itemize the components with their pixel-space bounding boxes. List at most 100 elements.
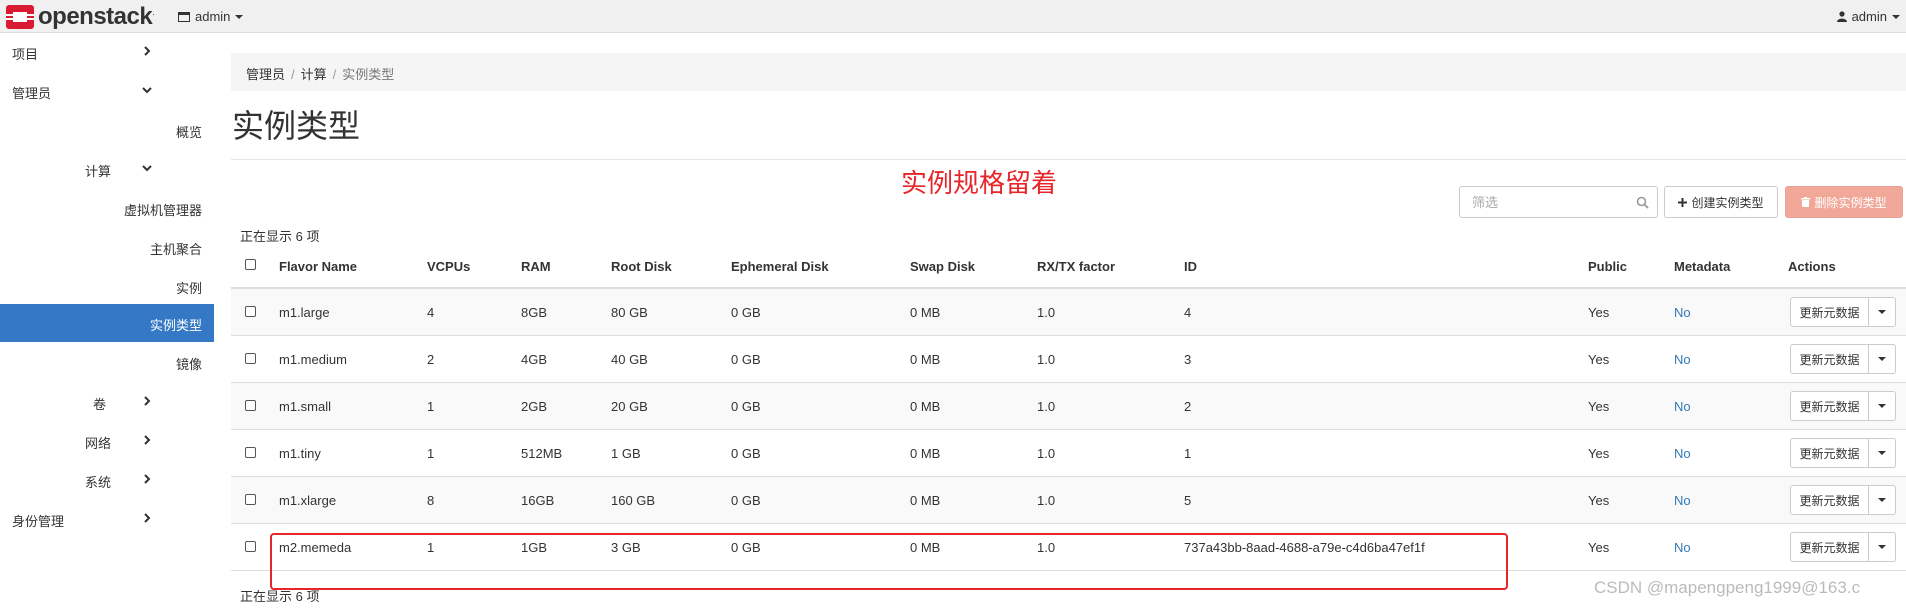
actions-dropdown-toggle[interactable] [1869, 391, 1896, 421]
sidebar-item-overview[interactable]: 概览 [0, 111, 214, 149]
cell-rxtx-factor: 1.0 [1037, 399, 1056, 414]
cell-id: 3 [1184, 352, 1192, 367]
header-metadata[interactable]: Metadata [1674, 259, 1730, 274]
sidebar-item-hypervisors[interactable]: 虚拟机管理器 [0, 189, 214, 227]
select-all-checkbox[interactable] [245, 259, 256, 270]
sidebar-item-flavors[interactable]: 实例类型 [0, 304, 214, 342]
create-flavor-button[interactable]: 创建实例类型 [1664, 186, 1778, 218]
sidebar-item-label: 主机聚合 [150, 242, 203, 257]
sidebar-item-label: 项目 [12, 47, 39, 62]
table-row: m1.small 1 2GB 20 GB 0 GB 0 MB 1.0 2 Yes… [231, 383, 1906, 430]
cell-ram: 8GB [521, 305, 548, 320]
cell-root-disk: 160 GB [611, 493, 656, 508]
update-metadata-button[interactable]: 更新元数据 [1790, 344, 1869, 374]
header-root-disk[interactable]: Root Disk [611, 259, 672, 274]
row-checkbox[interactable] [245, 400, 256, 411]
project-icon [178, 11, 190, 22]
csdn-watermark: CSDN @mapengpeng1999@163.c [1594, 578, 1861, 597]
filter-field[interactable] [1459, 186, 1658, 218]
update-metadata-button[interactable]: 更新元数据 [1790, 391, 1869, 421]
chevron-down-icon [142, 87, 152, 94]
actions-dropdown-toggle[interactable] [1869, 532, 1896, 562]
sidebar-item-volumes[interactable]: 卷 [0, 383, 214, 421]
sidebar-item-instances[interactable]: 实例 [0, 267, 214, 305]
sidebar-item-system[interactable]: 系统 [0, 461, 214, 499]
chevron-right-icon [144, 435, 151, 445]
cell-metadata-link[interactable]: No [1674, 305, 1691, 320]
sidebar-item-host-aggregates[interactable]: 主机聚合 [0, 228, 214, 266]
cell-vcpus: 2 [427, 352, 435, 367]
sidebar-item-images[interactable]: 镜像 [0, 343, 214, 381]
page-title: 实例类型 [232, 108, 361, 144]
cell-ephemeral-disk: 0 GB [731, 352, 761, 367]
caret-down-icon [1878, 357, 1886, 361]
cell-metadata-link[interactable]: No [1674, 399, 1691, 414]
red-highlight-box [270, 533, 1508, 590]
header-id[interactable]: ID [1184, 259, 1197, 274]
actions-dropdown-toggle[interactable] [1869, 344, 1896, 374]
sidebar-item-label: 实例类型 [150, 318, 203, 333]
cell-vcpus: 1 [427, 399, 435, 414]
chevron-right-icon [144, 46, 151, 56]
cell-flavor-name: m1.large [279, 305, 330, 320]
sidebar-item-network[interactable]: 网络 [0, 422, 214, 460]
sidebar-item-admin[interactable]: 管理员 [0, 72, 214, 110]
row-checkbox[interactable] [245, 541, 256, 552]
cell-metadata-link[interactable]: No [1674, 493, 1691, 508]
caret-down-icon [1878, 451, 1886, 455]
caret-down-icon [1878, 545, 1886, 549]
cell-id: 2 [1184, 399, 1192, 414]
row-checkbox[interactable] [245, 494, 256, 505]
sidebar-item-project[interactable]: 项目 [0, 33, 214, 71]
cell-metadata-link[interactable]: No [1674, 540, 1691, 555]
header-flavor-name[interactable]: Flavor Name [279, 259, 357, 274]
cell-ephemeral-disk: 0 GB [731, 305, 761, 320]
row-actions: 更新元数据 [1790, 532, 1896, 562]
header-vcpus[interactable]: VCPUs [427, 259, 470, 274]
cell-public: Yes [1588, 493, 1610, 508]
delete-flavors-label: 删除实例类型 [1814, 195, 1887, 210]
header-swap-disk[interactable]: Swap Disk [910, 259, 975, 274]
breadcrumb-item-admin[interactable]: 管理员 [246, 67, 285, 82]
row-actions: 更新元数据 [1790, 391, 1896, 421]
update-metadata-button[interactable]: 更新元数据 [1790, 438, 1869, 468]
openstack-logo[interactable]: openstack. [6, 3, 155, 30]
cell-public: Yes [1588, 352, 1610, 367]
sidebar-item-identity[interactable]: 身份管理 [0, 500, 214, 538]
cell-id: 1 [1184, 446, 1192, 461]
update-metadata-button[interactable]: 更新元数据 [1790, 485, 1869, 515]
cell-vcpus: 8 [427, 493, 435, 508]
cell-metadata-link[interactable]: No [1674, 446, 1691, 461]
user-menu[interactable]: admin [1836, 9, 1900, 24]
cell-rxtx-factor: 1.0 [1037, 352, 1056, 367]
cell-public: Yes [1588, 446, 1610, 461]
breadcrumb-separator: / [332, 67, 337, 82]
row-checkbox[interactable] [245, 306, 256, 317]
actions-dropdown-toggle[interactable] [1869, 297, 1896, 327]
sidebar-item-compute[interactable]: 计算 [0, 150, 214, 188]
update-metadata-button[interactable]: 更新元数据 [1790, 297, 1869, 327]
row-checkbox[interactable] [245, 447, 256, 458]
cell-flavor-name: m1.tiny [279, 446, 321, 461]
cell-root-disk: 20 GB [611, 399, 648, 414]
header-rxtx-factor[interactable]: RX/TX factor [1037, 259, 1115, 274]
cell-root-disk: 80 GB [611, 305, 648, 320]
cell-ephemeral-disk: 0 GB [731, 446, 761, 461]
table-row: m1.large 4 8GB 80 GB 0 GB 0 MB 1.0 4 Yes… [231, 289, 1906, 336]
cell-metadata-link[interactable]: No [1674, 352, 1691, 367]
sidebar-item-label: 实例 [176, 281, 203, 296]
row-checkbox[interactable] [245, 353, 256, 364]
caret-down-icon [1892, 14, 1900, 19]
update-metadata-button[interactable]: 更新元数据 [1790, 532, 1869, 562]
filter-input[interactable] [1470, 194, 1634, 211]
actions-dropdown-toggle[interactable] [1869, 485, 1896, 515]
delete-flavors-button[interactable]: 删除实例类型 [1785, 186, 1903, 218]
header-ram[interactable]: RAM [521, 259, 551, 274]
actions-dropdown-toggle[interactable] [1869, 438, 1896, 468]
header-public[interactable]: Public [1588, 259, 1627, 274]
header-actions: Actions [1788, 259, 1836, 274]
project-selector[interactable]: admin [178, 9, 244, 24]
breadcrumb-separator: / [291, 67, 295, 82]
breadcrumb-item-compute[interactable]: 计算 [301, 67, 327, 82]
header-ephemeral-disk[interactable]: Ephemeral Disk [731, 259, 829, 274]
